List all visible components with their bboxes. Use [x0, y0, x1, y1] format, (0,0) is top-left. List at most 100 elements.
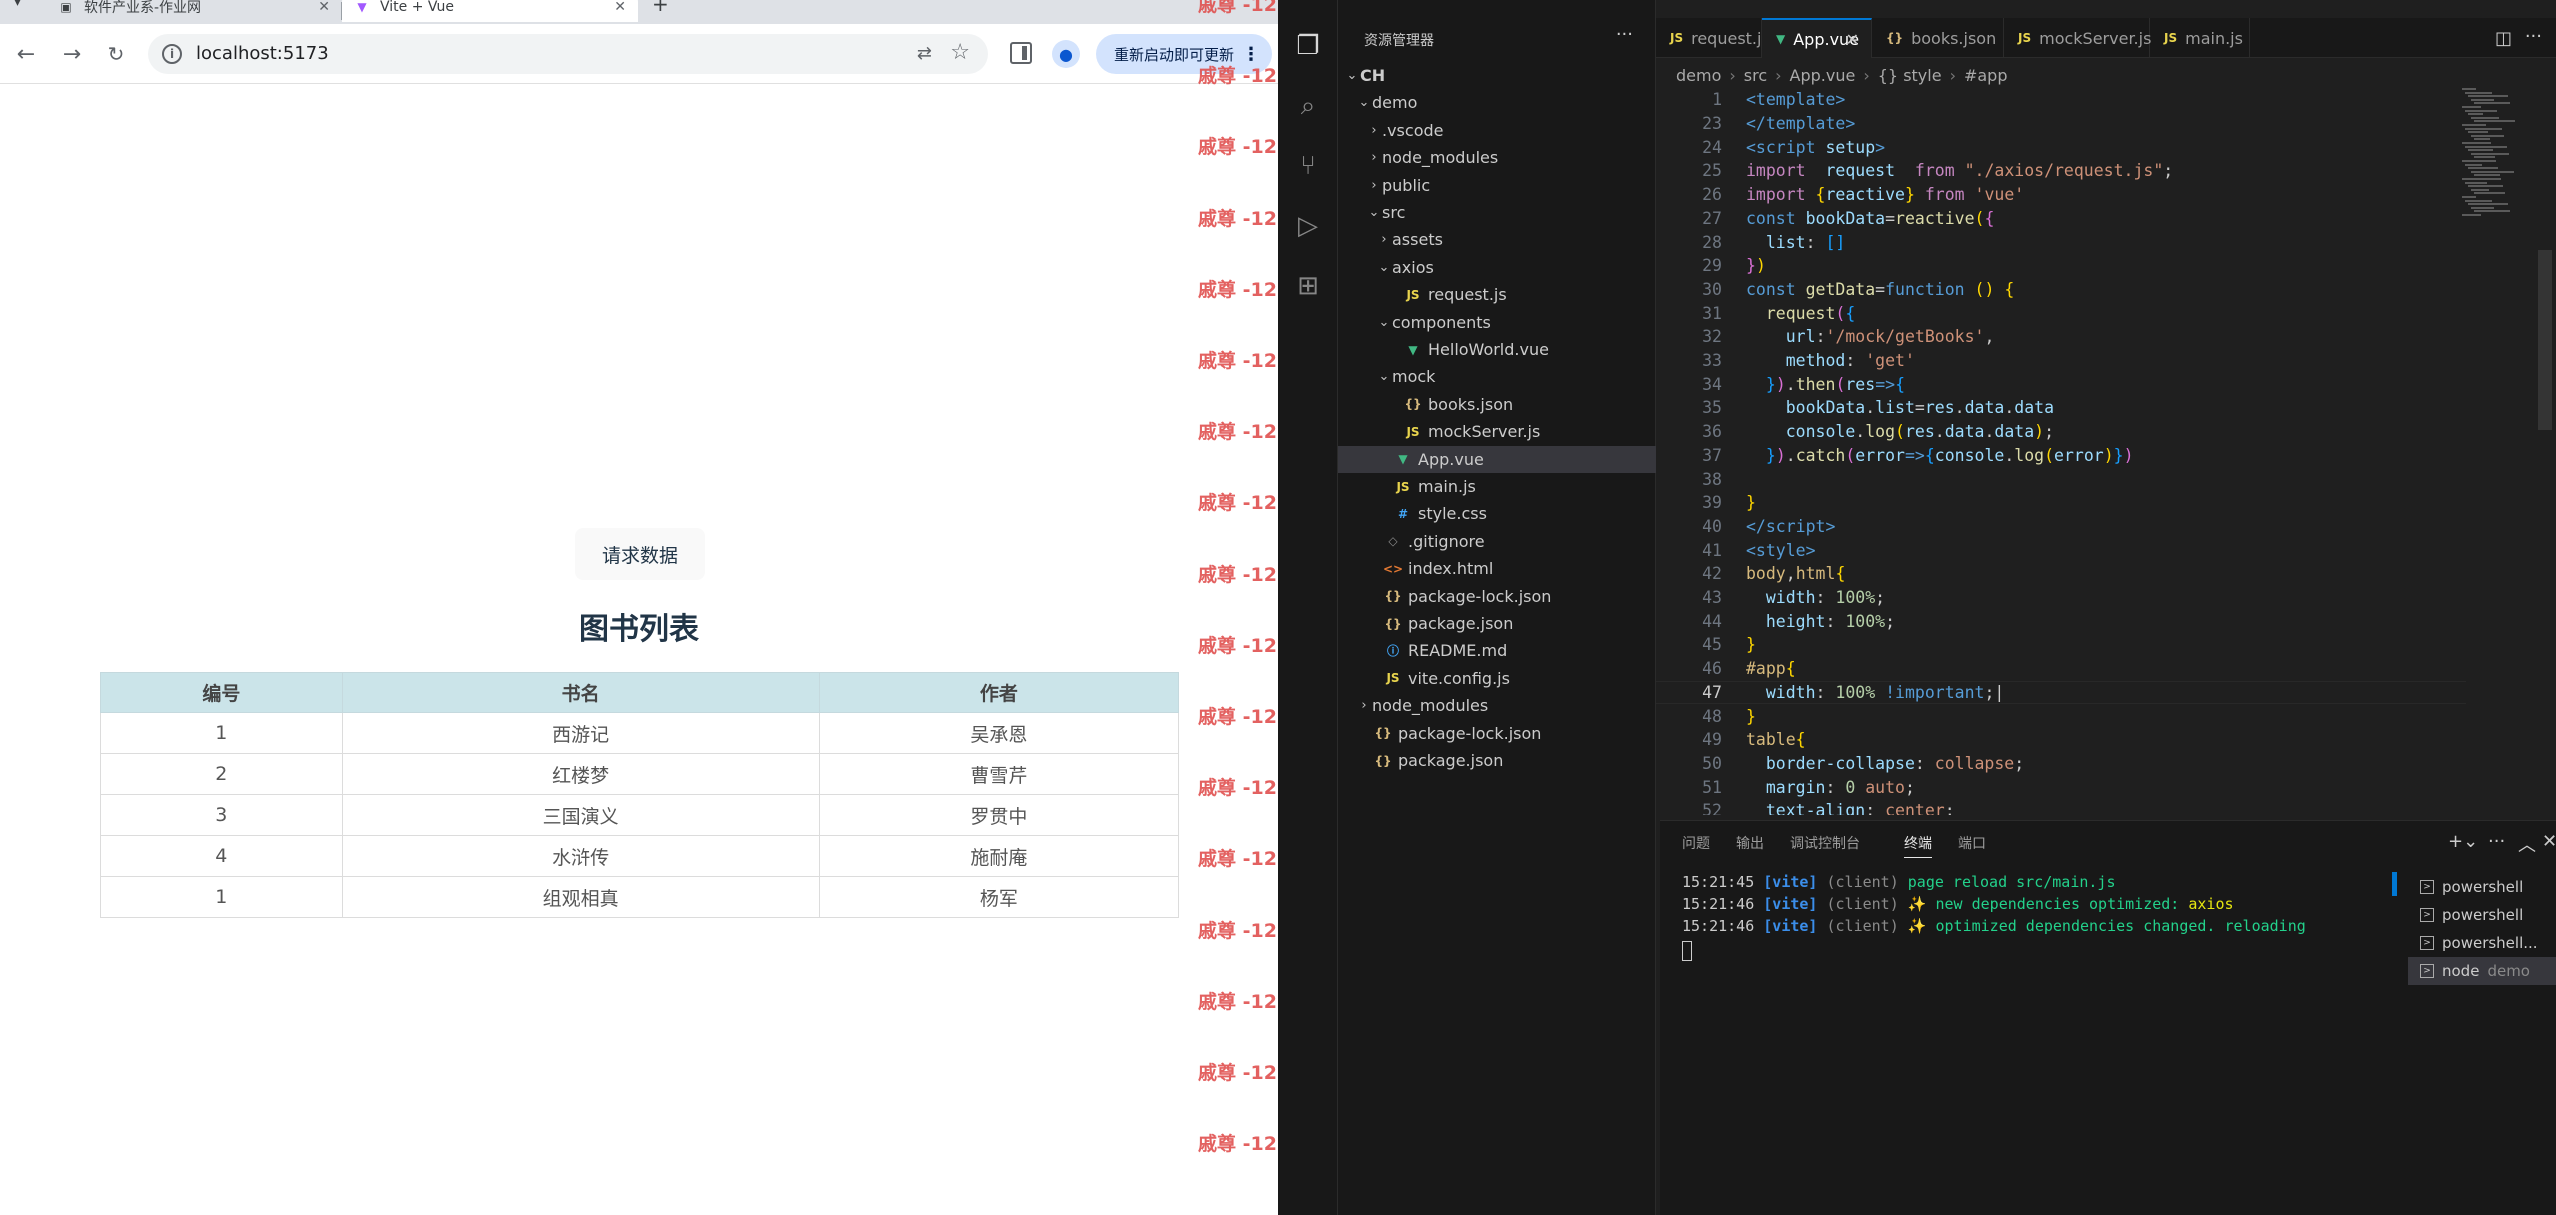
- maximize-panel-icon[interactable]: ︿: [2518, 831, 2536, 857]
- new-terminal-icon[interactable]: +⌄: [2448, 831, 2478, 852]
- tree-item-label: .vscode: [1382, 120, 1444, 140]
- panel-tab[interactable]: 端口: [1958, 833, 1986, 853]
- relaunch-to-update-button[interactable]: 重新启动即可更新 ⋮: [1096, 34, 1272, 74]
- tree-item[interactable]: ⌄ demo: [1338, 89, 1656, 116]
- editor-scrollbar[interactable]: [2538, 250, 2552, 430]
- tree-item[interactable]: › .vscode: [1338, 117, 1656, 144]
- panel-tab[interactable]: 输出: [1736, 833, 1764, 853]
- source-control-icon[interactable]: ⑂: [1292, 150, 1324, 182]
- breadcrumb-item[interactable]: src: [1744, 66, 1767, 85]
- tree-item[interactable]: <> index.html: [1338, 555, 1656, 582]
- tree-item[interactable]: › node_modules: [1338, 144, 1656, 171]
- panel-tab[interactable]: 问题: [1682, 833, 1710, 853]
- tree-item[interactable]: JS request.js: [1338, 281, 1656, 308]
- tree-item[interactable]: ⌄ components: [1338, 309, 1656, 336]
- tree-item[interactable]: ⌄ src: [1338, 199, 1656, 226]
- forward-arrow-icon[interactable]: →: [56, 38, 88, 70]
- code-line: 26 import {reactive} from 'vue': [1656, 183, 2466, 207]
- terminal-icon: >: [2420, 964, 2434, 978]
- explorer-sidebar: 资源管理器 ··· ⌄ CH ⌄ demo › .vscode › node_modules ›…: [1338, 0, 1656, 1215]
- panel-more-icon[interactable]: ···: [2488, 831, 2505, 852]
- close-tab-icon[interactable]: ✕: [1846, 30, 1859, 49]
- terminal-output[interactable]: 15:21:45 [vite] (client) page reload src…: [1682, 873, 2372, 961]
- breadcrumb-item[interactable]: {} style: [1878, 66, 1942, 85]
- tree-item[interactable]: JS vite.config.js: [1338, 665, 1656, 692]
- tree-item[interactable]: › public: [1338, 172, 1656, 199]
- editor-tab[interactable]: JS main.js: [2150, 18, 2250, 58]
- terminal-instance[interactable]: > powershell...: [2408, 929, 2556, 957]
- breadcrumb-item[interactable]: #app: [1964, 66, 2008, 85]
- editor-tab[interactable]: ▼ App.vue ✕: [1762, 18, 1872, 58]
- terminal-instance[interactable]: > node demo: [2408, 957, 2556, 985]
- tree-item[interactable]: ⌄ mock: [1338, 363, 1656, 390]
- editor-tab[interactable]: JS mockServer.js: [2004, 18, 2151, 58]
- breadcrumb-item[interactable]: App.vue: [1790, 66, 1856, 85]
- reload-icon[interactable]: ↻: [100, 38, 132, 70]
- tree-item[interactable]: ⌄ axios: [1338, 254, 1656, 281]
- tree-item[interactable]: ⌄ CH: [1338, 62, 1656, 89]
- line-number: 49: [1702, 730, 1722, 750]
- url-text[interactable]: localhost:5173: [196, 43, 329, 64]
- line-source: bookData.list=res.data.data: [1785, 398, 2055, 418]
- address-bar[interactable]: i localhost:5173 ⇄ ☆: [148, 34, 988, 74]
- editor-more-icon[interactable]: ···: [2525, 26, 2542, 47]
- close-tab-icon[interactable]: ✕: [318, 0, 330, 15]
- browser-tab-homework[interactable]: ▣ 软件产业系-作业网 ✕: [46, 0, 342, 22]
- line-source: }: [1746, 706, 1756, 726]
- split-editor-icon[interactable]: ◫: [2495, 28, 2512, 49]
- back-arrow-icon[interactable]: ←: [10, 38, 42, 70]
- editor-tab[interactable]: JS request.js: [1656, 18, 1770, 58]
- minimap-line: [2462, 106, 2481, 108]
- translate-icon[interactable]: ⇄: [917, 43, 932, 64]
- tree-item[interactable]: ⓘ README.md: [1338, 637, 1656, 664]
- terminal-instance[interactable]: > powershell: [2408, 873, 2556, 901]
- code-line: 36 console.log(res.data.data);: [1656, 420, 2466, 444]
- site-info-icon[interactable]: i: [162, 44, 182, 64]
- tree-item[interactable]: ◇ .gitignore: [1338, 528, 1656, 555]
- minimap-line: [2468, 149, 2493, 152]
- run-debug-icon[interactable]: ▷: [1292, 210, 1324, 242]
- code-editor[interactable]: 1 <template> 23 </template> 24 <script setup>…: [1656, 88, 2466, 815]
- profile-avatar-icon[interactable]: ●: [1052, 40, 1080, 68]
- panel-tab[interactable]: 终端: [1904, 833, 1932, 858]
- side-panel-icon[interactable]: [1010, 42, 1032, 64]
- tree-item[interactable]: ▼ App.vue: [1338, 445, 1656, 473]
- new-tab-icon[interactable]: +: [652, 0, 669, 16]
- request-data-button[interactable]: 请求数据: [575, 528, 705, 580]
- breadcrumb-item[interactable]: demo: [1676, 66, 1721, 85]
- editor-tab-label: books.json: [1911, 28, 1997, 48]
- explorer-files-icon[interactable]: ❐: [1292, 30, 1324, 62]
- tree-item-label: HelloWorld.vue: [1428, 340, 1549, 359]
- tree-item[interactable]: # style.css: [1338, 500, 1656, 527]
- tree-item[interactable]: {} books.json: [1338, 391, 1656, 418]
- browser-tab-vite-vue[interactable]: ▼ Vite + Vue ✕: [342, 0, 638, 22]
- terminal-instance[interactable]: > powershell: [2408, 901, 2556, 929]
- more-menu-icon[interactable]: ⋮: [1242, 44, 1260, 65]
- tree-item[interactable]: {} package.json: [1338, 610, 1656, 637]
- tab-search-icon[interactable]: ▾: [14, 0, 21, 10]
- js-file-icon: JS: [1386, 671, 1400, 686]
- book-table: 编号 书名 作者 1 西游记 吴承恩 2 红楼梦 曹雪芹 3 三国演义 罗贯中 4 水浒传 施耐庵 1 组…: [100, 672, 1180, 918]
- tree-item[interactable]: JS mockServer.js: [1338, 418, 1656, 445]
- explorer-more-icon[interactable]: ···: [1616, 24, 1633, 45]
- tree-item[interactable]: ▼ HelloWorld.vue: [1338, 336, 1656, 363]
- tree-item[interactable]: {} package-lock.json: [1338, 583, 1656, 610]
- tree-item[interactable]: {} package-lock.json: [1338, 720, 1656, 747]
- extensions-icon[interactable]: ⊞: [1292, 270, 1324, 302]
- bookmark-star-icon[interactable]: ☆: [950, 40, 970, 65]
- panel-tab[interactable]: 调试控制台: [1790, 833, 1860, 853]
- terminal-cwd: demo: [2487, 962, 2530, 980]
- minimap[interactable]: [2462, 88, 2522, 228]
- close-panel-icon[interactable]: ✕: [2542, 831, 2556, 852]
- tree-item[interactable]: JS main.js: [1338, 473, 1656, 500]
- line-number: 47: [1702, 682, 1722, 702]
- search-icon[interactable]: ⌕: [1292, 90, 1324, 122]
- tree-item[interactable]: {} package.json: [1338, 747, 1656, 774]
- tree-item-label: .gitignore: [1408, 531, 1485, 551]
- close-tab-icon[interactable]: ✕: [614, 0, 626, 15]
- cell-title: 水浒传: [341, 835, 820, 877]
- editor-tab[interactable]: {} books.json: [1872, 18, 2004, 58]
- cell-id: 1: [100, 876, 343, 918]
- tree-item[interactable]: › assets: [1338, 226, 1656, 253]
- tree-item[interactable]: › node_modules: [1338, 692, 1656, 719]
